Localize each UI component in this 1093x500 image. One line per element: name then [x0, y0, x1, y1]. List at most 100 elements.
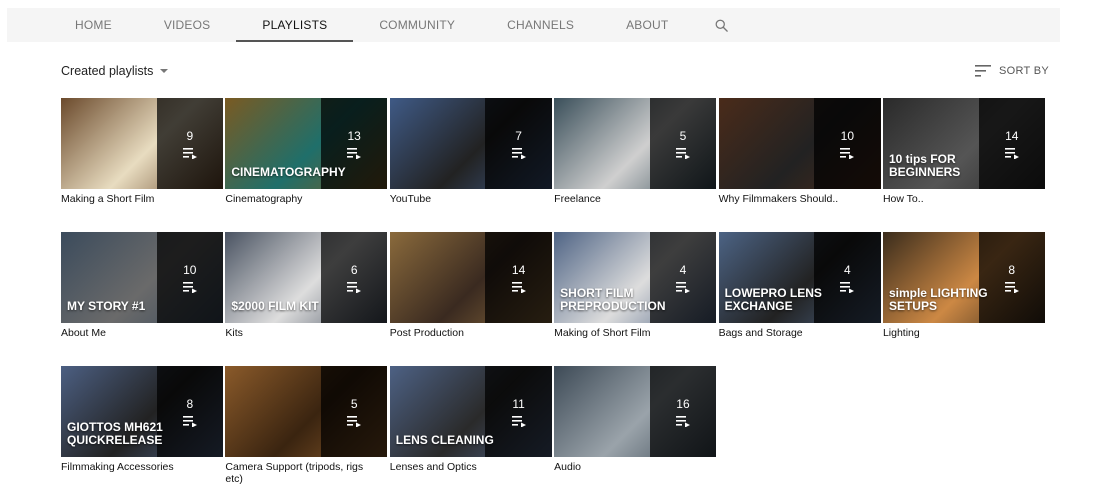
- playlist-card[interactable]: MY STORY #1 10 About Me: [61, 232, 223, 356]
- playlist-thumbnail[interactable]: SHORT FILM PREPRODUCTION 4: [554, 232, 717, 323]
- playlist-icon: [511, 415, 526, 427]
- sort-by-button[interactable]: SORT BY: [975, 65, 1049, 77]
- playlist-card[interactable]: 7 YouTube: [389, 98, 552, 222]
- playlist-card[interactable]: 10 tips FOR BEGINNERS 14 How To..: [882, 98, 1045, 222]
- playlist-thumbnail[interactable]: 16: [554, 366, 717, 457]
- playlist-card[interactable]: SHORT FILM PREPRODUCTION 4 Making of Short…: [554, 232, 717, 356]
- playlist-title[interactable]: Lighting: [883, 327, 1045, 339]
- tab-about[interactable]: ABOUT: [600, 8, 694, 42]
- tab-playlists[interactable]: PLAYLISTS: [236, 8, 354, 42]
- video-count: 9: [186, 128, 194, 143]
- playlist-icon: [347, 147, 362, 159]
- thumbnail-caption: 10 tips FOR BEGINNERS: [888, 152, 961, 179]
- sort-by-label: SORT BY: [999, 65, 1049, 77]
- playlist-icon: [511, 281, 526, 293]
- created-playlists-dropdown[interactable]: Created playlists: [61, 64, 169, 78]
- playlist-card[interactable]: 10 Why Filmmakers Should..: [718, 98, 881, 222]
- playlist-thumbnail[interactable]: 10 tips FOR BEGINNERS 14: [882, 98, 1045, 189]
- video-count: 10: [840, 128, 855, 143]
- playlist-title[interactable]: Kits: [225, 327, 387, 339]
- playlist-card[interactable]: 9 Making a Short Film: [61, 98, 223, 222]
- playlist-thumbnail[interactable]: simple LIGHTING SETUPS 8: [882, 232, 1045, 323]
- search-button[interactable]: [694, 8, 739, 42]
- playlist-icon: [182, 147, 197, 159]
- tab-home[interactable]: HOME: [49, 8, 138, 42]
- playlist-card[interactable]: CINEMATOGRAPHY 13 Cinematography: [225, 98, 388, 222]
- playlist-card[interactable]: GIOTTOS MH621 QUICKRELEASE 8 Filmmaking Ac…: [61, 366, 223, 490]
- sort-icon: [975, 65, 991, 77]
- playlist-card[interactable]: LENS CLEANING 11 Lenses and Optics: [389, 366, 552, 490]
- video-count: 4: [844, 262, 851, 277]
- video-count: 5: [679, 128, 687, 143]
- video-count: 5: [350, 396, 358, 411]
- playlist-thumbnail[interactable]: 5: [554, 98, 717, 189]
- playlist-thumbnail[interactable]: 10: [718, 98, 881, 189]
- playlist-title[interactable]: Audio: [554, 461, 716, 473]
- playlist-thumbnail[interactable]: 7: [389, 98, 552, 189]
- video-count: 4: [679, 262, 687, 277]
- playlist-grid: 9 Making a Short Film CINEMATOGRAPHY 13 Cine…: [61, 98, 1051, 490]
- playlist-thumbnail[interactable]: 5: [225, 366, 388, 457]
- playlist-count-overlay: 5: [649, 98, 717, 189]
- playlist-title[interactable]: Making of Short Film: [554, 327, 716, 339]
- video-count: 16: [676, 396, 690, 411]
- tab-videos[interactable]: VIDEOS: [138, 8, 237, 42]
- playlist-thumbnail[interactable]: 14: [389, 232, 552, 323]
- tab-community[interactable]: COMMUNITY: [353, 8, 481, 42]
- video-count: 11: [512, 396, 525, 411]
- playlist-count-overlay: 7: [485, 98, 552, 189]
- playlist-thumbnail[interactable]: 9: [61, 98, 223, 189]
- playlist-count-overlay: 10: [814, 98, 881, 189]
- tab-channels[interactable]: CHANNELS: [481, 8, 600, 42]
- playlist-thumbnail[interactable]: $2000 FILM KIT 6: [225, 232, 388, 323]
- video-count: 13: [347, 128, 361, 143]
- playlist-title[interactable]: Cinematography: [225, 193, 387, 205]
- video-count: 14: [1005, 128, 1019, 143]
- playlist-icon: [840, 147, 855, 159]
- thumbnail-caption: MY STORY #1: [67, 299, 146, 313]
- playlist-title[interactable]: Lenses and Optics: [390, 461, 552, 473]
- channel-tabs: HOME VIDEOS PLAYLISTS COMMUNITY CHANNELS…: [7, 8, 1060, 42]
- thumbnail-caption: LOWEPRO LENS EXCHANGE: [724, 286, 822, 313]
- thumbnail-caption: GIOTTOS MH621 QUICKRELEASE: [67, 420, 163, 447]
- playlist-title[interactable]: Why Filmmakers Should..: [719, 193, 881, 205]
- playlist-icon: [347, 415, 362, 427]
- playlist-count-overlay: 14: [485, 232, 552, 323]
- playlist-thumbnail[interactable]: LOWEPRO LENS EXCHANGE 4: [718, 232, 881, 323]
- playlist-title[interactable]: Freelance: [554, 193, 716, 205]
- playlist-title[interactable]: Bags and Storage: [719, 327, 881, 339]
- thumbnail-caption: $2000 FILM KIT: [231, 299, 319, 313]
- playlist-thumbnail[interactable]: CINEMATOGRAPHY 13: [225, 98, 388, 189]
- playlist-title[interactable]: YouTube: [390, 193, 552, 205]
- playlist-card[interactable]: 14 Post Production: [389, 232, 552, 356]
- video-count: 8: [1008, 262, 1016, 277]
- playlist-thumbnail[interactable]: LENS CLEANING 11: [389, 366, 552, 457]
- playlist-title[interactable]: About Me: [61, 327, 223, 339]
- playlist-icon: [675, 147, 690, 159]
- playlist-title[interactable]: Making a Short Film: [61, 193, 223, 205]
- playlist-thumbnail[interactable]: MY STORY #1 10: [61, 232, 223, 323]
- playlist-count-overlay: 9: [156, 98, 223, 189]
- playlist-title[interactable]: Camera Support (tripods, rigs etc): [225, 461, 387, 485]
- playlist-icon: [347, 281, 362, 293]
- playlist-title[interactable]: Filmmaking Accessories: [61, 461, 223, 473]
- video-count: 7: [515, 128, 522, 143]
- playlist-card[interactable]: 16 Audio: [554, 366, 717, 490]
- playlist-toolbar: Created playlists SORT BY: [61, 62, 1049, 80]
- thumbnail-caption: simple LIGHTING SETUPS: [888, 286, 988, 313]
- playlist-icon: [511, 147, 526, 159]
- playlist-card[interactable]: simple LIGHTING SETUPS 8 Lighting: [882, 232, 1045, 356]
- playlist-count-overlay: 5: [320, 366, 388, 457]
- playlist-card[interactable]: LOWEPRO LENS EXCHANGE 4 Bags and Storage: [718, 232, 881, 356]
- video-count: 6: [350, 262, 358, 277]
- playlist-card[interactable]: 5 Freelance: [554, 98, 717, 222]
- playlist-thumbnail[interactable]: GIOTTOS MH621 QUICKRELEASE 8: [61, 366, 223, 457]
- playlist-card[interactable]: 5 Camera Support (tripods, rigs etc): [225, 366, 388, 490]
- thumbnail-caption: SHORT FILM PREPRODUCTION: [560, 286, 666, 313]
- playlist-card[interactable]: $2000 FILM KIT 6 Kits: [225, 232, 388, 356]
- playlist-title[interactable]: How To..: [883, 193, 1045, 205]
- playlist-title[interactable]: Post Production: [390, 327, 552, 339]
- video-count: 10: [183, 262, 197, 277]
- thumbnail-caption: LENS CLEANING: [395, 433, 494, 447]
- thumbnail-caption: CINEMATOGRAPHY: [231, 165, 346, 179]
